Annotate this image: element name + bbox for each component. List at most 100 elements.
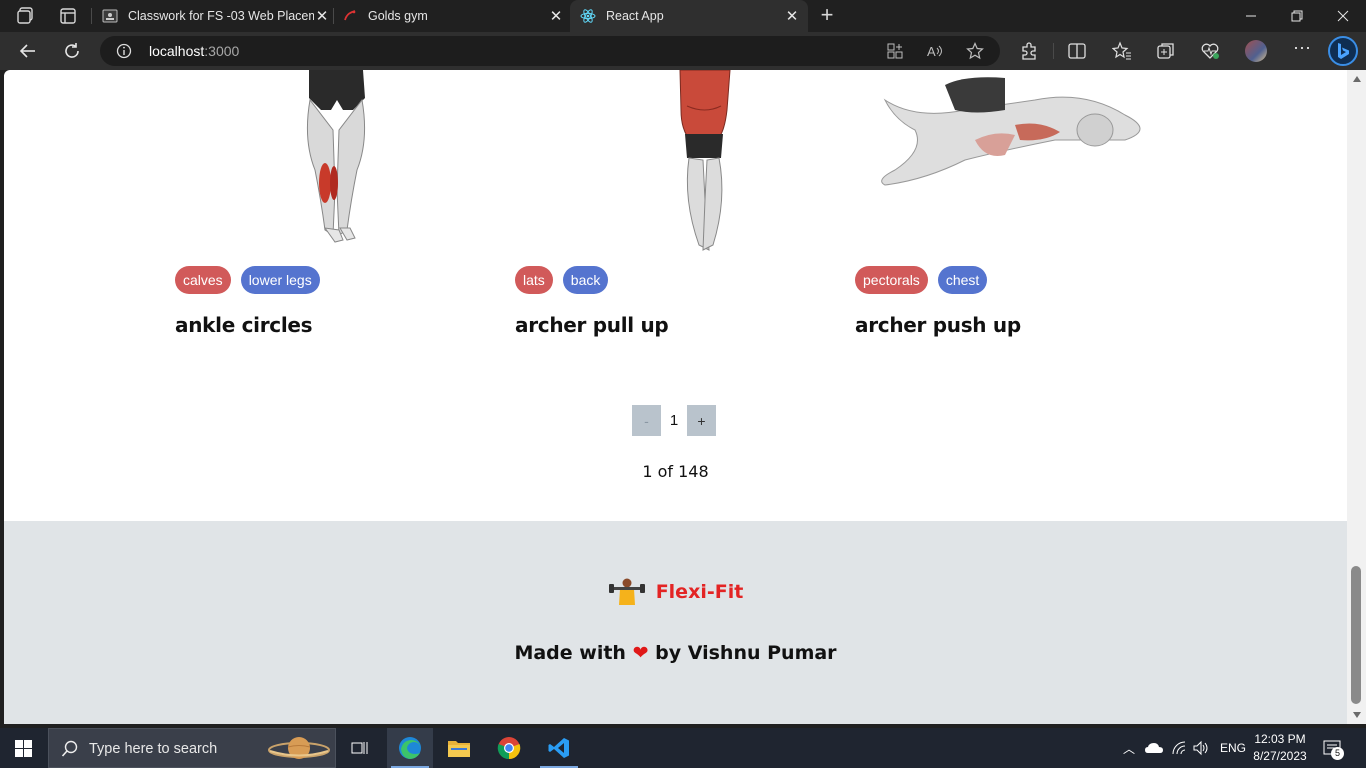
tab-separator <box>333 8 334 24</box>
windows-taskbar: Type here to search ︿ ENG 12:03 PM 8/27/… <box>0 728 1366 768</box>
exercise-card[interactable]: pectorals chest archer push up <box>855 70 1155 370</box>
body-part-tag[interactable]: back <box>562 266 609 294</box>
show-hidden-icons[interactable]: ︿ <box>1120 740 1138 757</box>
browser-toolbar: localhost:3000 A ⋯ <box>0 32 1366 70</box>
tab-separator <box>91 8 92 24</box>
target-tag[interactable]: lats <box>515 266 553 294</box>
address-bar[interactable]: localhost:3000 A <box>100 36 1000 66</box>
scroll-down-icon[interactable] <box>1353 712 1361 718</box>
tab-actions-icon[interactable] <box>58 6 78 26</box>
brand-name[interactable]: Flexi-Fit <box>656 581 744 603</box>
close-tab-icon[interactable]: ✕ <box>314 7 330 25</box>
workspaces-icon[interactable] <box>16 6 36 26</box>
pagination: - 1 + <box>632 405 716 436</box>
page-scrollbar[interactable] <box>1347 70 1366 724</box>
taskbar-clock[interactable]: 12:03 PM 8/27/2023 <box>1250 731 1310 765</box>
saturn-highlight-icon <box>268 737 330 759</box>
scrollbar-thumb[interactable] <box>1351 566 1361 704</box>
body-part-tag[interactable]: lower legs <box>240 266 320 294</box>
refresh-icon[interactable] <box>59 38 85 64</box>
restore-icon[interactable] <box>1274 0 1320 32</box>
tag-row: pectorals chest <box>855 266 988 294</box>
tab-title: Classwork for FS -03 Web Placem <box>128 9 314 23</box>
page-viewport: calves lower legs ankle circles lats bac… <box>4 70 1347 724</box>
read-aloud-icon[interactable]: A <box>926 42 944 60</box>
gym-icon <box>344 10 356 21</box>
extensions-icon[interactable] <box>1019 41 1039 61</box>
input-language[interactable]: ENG <box>1220 741 1246 755</box>
favorites-icon[interactable] <box>1112 41 1132 61</box>
exercise-card[interactable]: calves lower legs ankle circles <box>175 70 475 370</box>
exercise-name: archer pull up <box>515 313 669 337</box>
react-icon <box>580 9 596 23</box>
url-host: localhost <box>149 43 205 59</box>
target-tag[interactable]: pectorals <box>855 266 928 294</box>
footer: Flexi-Fit Made with ❤ by Vishnu Pumar <box>4 521 1347 724</box>
exercise-image <box>306 70 366 243</box>
dumbbell-logo-icon <box>608 578 645 605</box>
wifi-icon[interactable] <box>1170 740 1188 756</box>
clock-date: 8/27/2023 <box>1253 749 1307 763</box>
profile-avatar[interactable] <box>1245 40 1267 62</box>
collections-icon[interactable] <box>1156 41 1176 61</box>
site-info-icon[interactable] <box>116 43 132 59</box>
onedrive-icon[interactable] <box>1144 741 1164 755</box>
file-explorer-icon[interactable] <box>436 728 482 768</box>
settings-more-icon[interactable]: ⋯ <box>1292 39 1312 61</box>
made-with-text: Made with ❤ by Vishnu Pumar <box>4 642 1347 664</box>
tab-title: React App <box>606 9 664 23</box>
back-icon[interactable] <box>15 38 41 64</box>
minimize-icon[interactable] <box>1228 0 1274 32</box>
task-view-icon[interactable] <box>337 728 383 768</box>
body-part-tag[interactable]: chest <box>937 266 988 294</box>
browser-essentials-icon[interactable] <box>1200 41 1220 61</box>
prev-page-button[interactable]: - <box>632 405 661 436</box>
chrome-icon[interactable] <box>486 728 532 768</box>
tag-row: lats back <box>515 266 609 294</box>
split-screen-icon[interactable] <box>1067 41 1087 61</box>
target-tag[interactable]: calves <box>175 266 231 294</box>
classroom-icon <box>102 9 118 23</box>
exercise-image <box>679 70 731 251</box>
scroll-up-icon[interactable] <box>1353 76 1361 82</box>
volume-icon[interactable] <box>1192 740 1210 756</box>
notification-count-badge: 5 <box>1331 747 1344 760</box>
clock-time: 12:03 PM <box>1254 732 1306 746</box>
exercise-name: archer push up <box>855 313 1021 337</box>
current-page-number: 1 <box>669 412 679 429</box>
edge-taskbar-icon[interactable] <box>387 728 433 768</box>
url-text[interactable]: localhost:3000 <box>149 43 239 59</box>
toolbar-separator <box>1053 43 1054 59</box>
notifications-icon[interactable]: 5 <box>1322 738 1344 760</box>
tab-golds-gym[interactable]: Golds gym ✕ <box>342 0 564 32</box>
windows-start-icon[interactable] <box>15 740 32 757</box>
search-placeholder: Type here to search <box>89 741 218 757</box>
close-window-icon[interactable] <box>1320 0 1366 32</box>
close-tab-icon[interactable]: ✕ <box>784 7 800 25</box>
tab-title: Golds gym <box>368 9 428 23</box>
favorite-star-icon[interactable] <box>966 42 984 60</box>
made-suffix: by Vishnu Pumar <box>655 642 837 664</box>
search-icon <box>61 740 78 757</box>
exercise-card[interactable]: lats back archer pull up <box>515 70 815 370</box>
exercise-image <box>881 77 1141 186</box>
app-available-icon[interactable] <box>886 42 904 60</box>
bing-chat-icon[interactable] <box>1328 36 1358 66</box>
tab-classwork[interactable]: Classwork for FS -03 Web Placem ✕ <box>102 0 330 32</box>
url-port: :3000 <box>204 43 240 59</box>
made-prefix: Made with <box>514 642 626 664</box>
page-count-text: 1 of 148 <box>642 462 709 481</box>
new-tab-icon[interactable]: + <box>817 4 837 26</box>
taskbar-search[interactable]: Type here to search <box>48 728 336 768</box>
heart-icon: ❤ <box>632 642 649 664</box>
system-tray: ︿ ENG <box>1120 728 1246 768</box>
close-tab-icon[interactable]: ✕ <box>548 7 564 25</box>
svg-text:A: A <box>927 44 936 59</box>
browser-tab-bar: Classwork for FS -03 Web Placem ✕ Golds … <box>0 0 1366 32</box>
footer-brand: Flexi-Fit <box>4 577 1347 607</box>
tag-row: calves lower legs <box>175 266 320 294</box>
vscode-icon[interactable] <box>536 728 582 768</box>
tab-react-app[interactable]: React App ✕ <box>570 0 808 32</box>
exercise-name: ankle circles <box>175 313 313 337</box>
next-page-button[interactable]: + <box>687 405 716 436</box>
